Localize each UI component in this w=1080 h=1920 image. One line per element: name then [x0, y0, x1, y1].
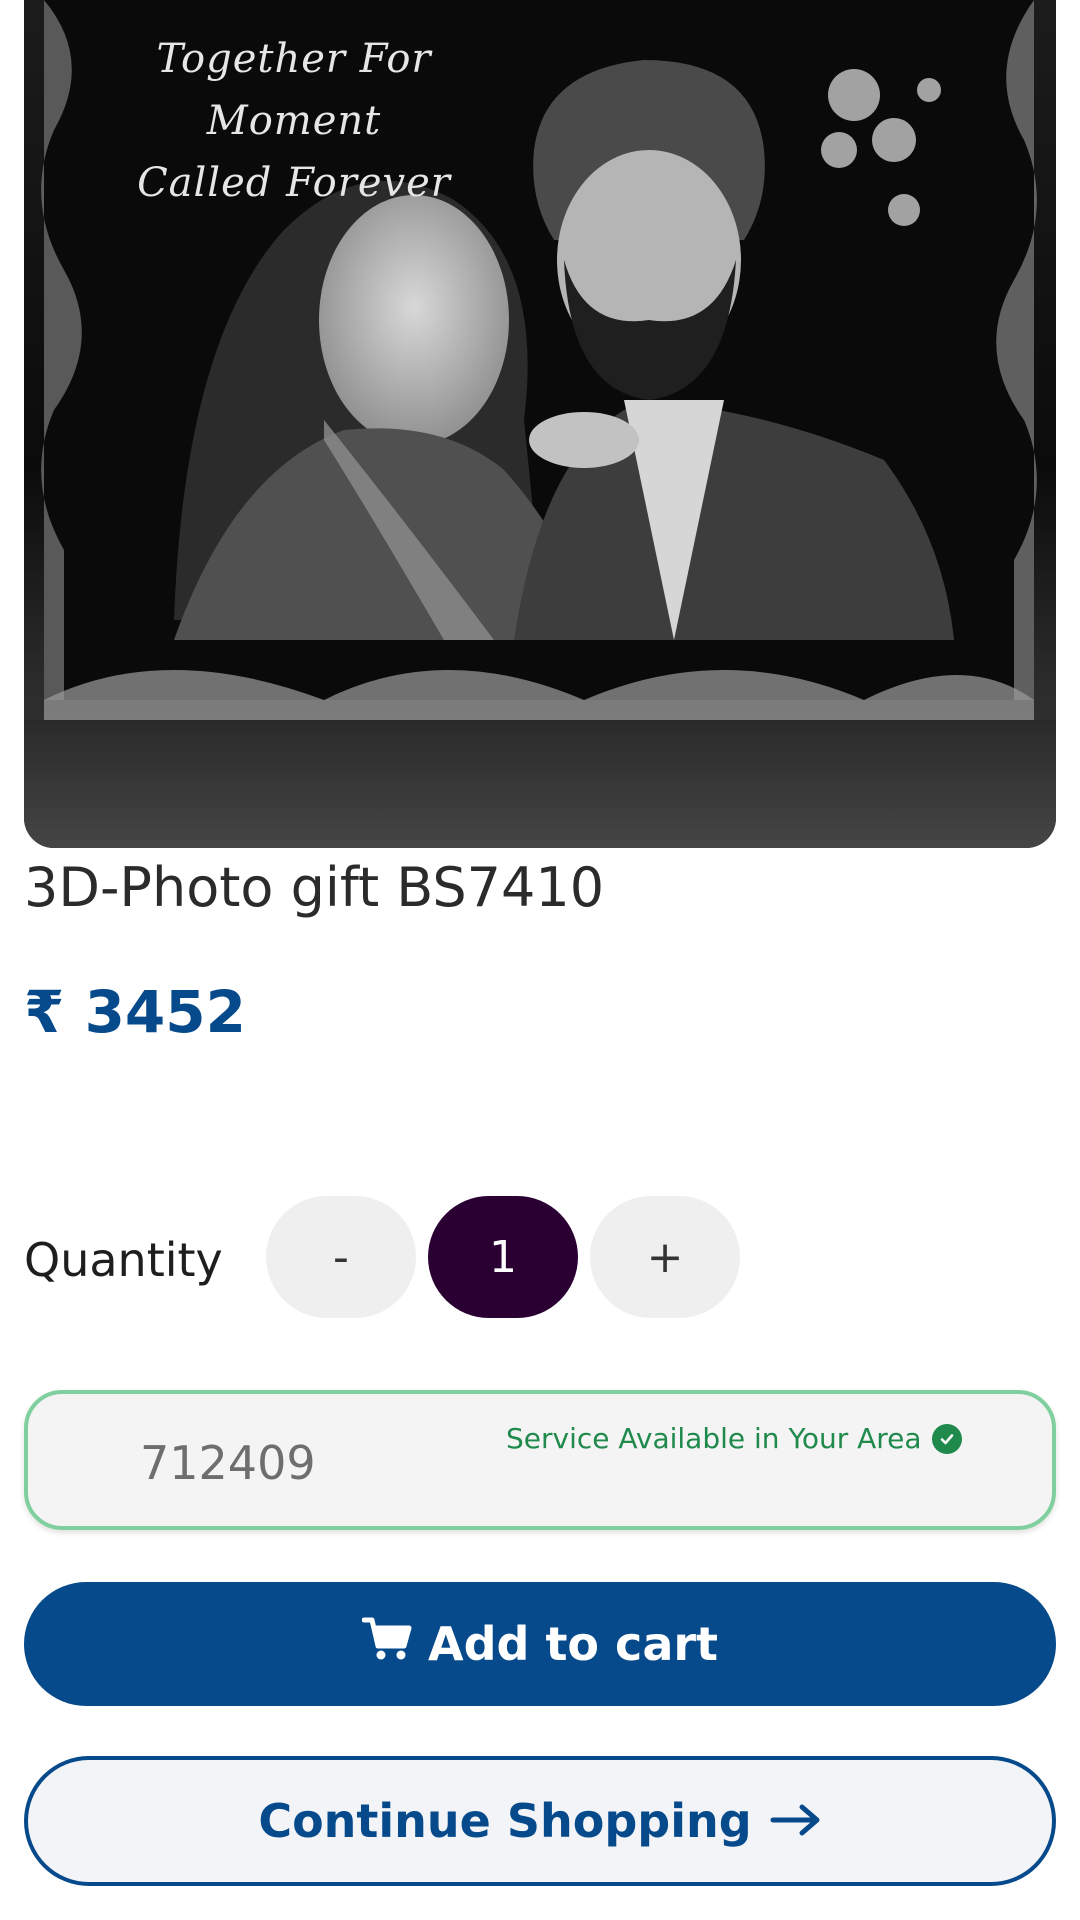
pincode-check-box: Service Available in Your Area	[24, 1390, 1056, 1530]
product-title: 3D-Photo gift BS7410	[24, 856, 605, 919]
quantity-value: 1	[428, 1196, 578, 1318]
quantity-increment-button[interactable]: +	[590, 1196, 740, 1318]
check-circle-icon	[931, 1423, 962, 1454]
price-value: 3452	[84, 978, 246, 1046]
cart-icon	[361, 1616, 412, 1673]
add-to-cart-label: Add to cart	[427, 1617, 719, 1671]
service-status-text: Service Available in Your Area	[506, 1422, 922, 1455]
quantity-label: Quantity	[24, 1233, 223, 1287]
product-image: Together For Moment Called Forever	[24, 0, 1056, 848]
quantity-decrement-button[interactable]: -	[266, 1196, 416, 1318]
arrow-right-icon	[770, 1794, 822, 1848]
continue-shopping-button[interactable]: Continue Shopping	[24, 1756, 1056, 1886]
caption-line-1: Together For Moment	[156, 36, 432, 144]
service-status: Service Available in Your Area	[506, 1422, 962, 1455]
engraved-caption: Together For Moment Called Forever	[84, 28, 504, 214]
product-price: ₹ 3452	[24, 978, 246, 1046]
pincode-input[interactable]	[138, 1430, 442, 1496]
continue-shopping-label: Continue Shopping	[258, 1794, 752, 1848]
caption-line-2: Called Forever	[137, 160, 451, 206]
currency-symbol: ₹	[24, 978, 65, 1046]
add-to-cart-button[interactable]: Add to cart	[24, 1582, 1056, 1706]
